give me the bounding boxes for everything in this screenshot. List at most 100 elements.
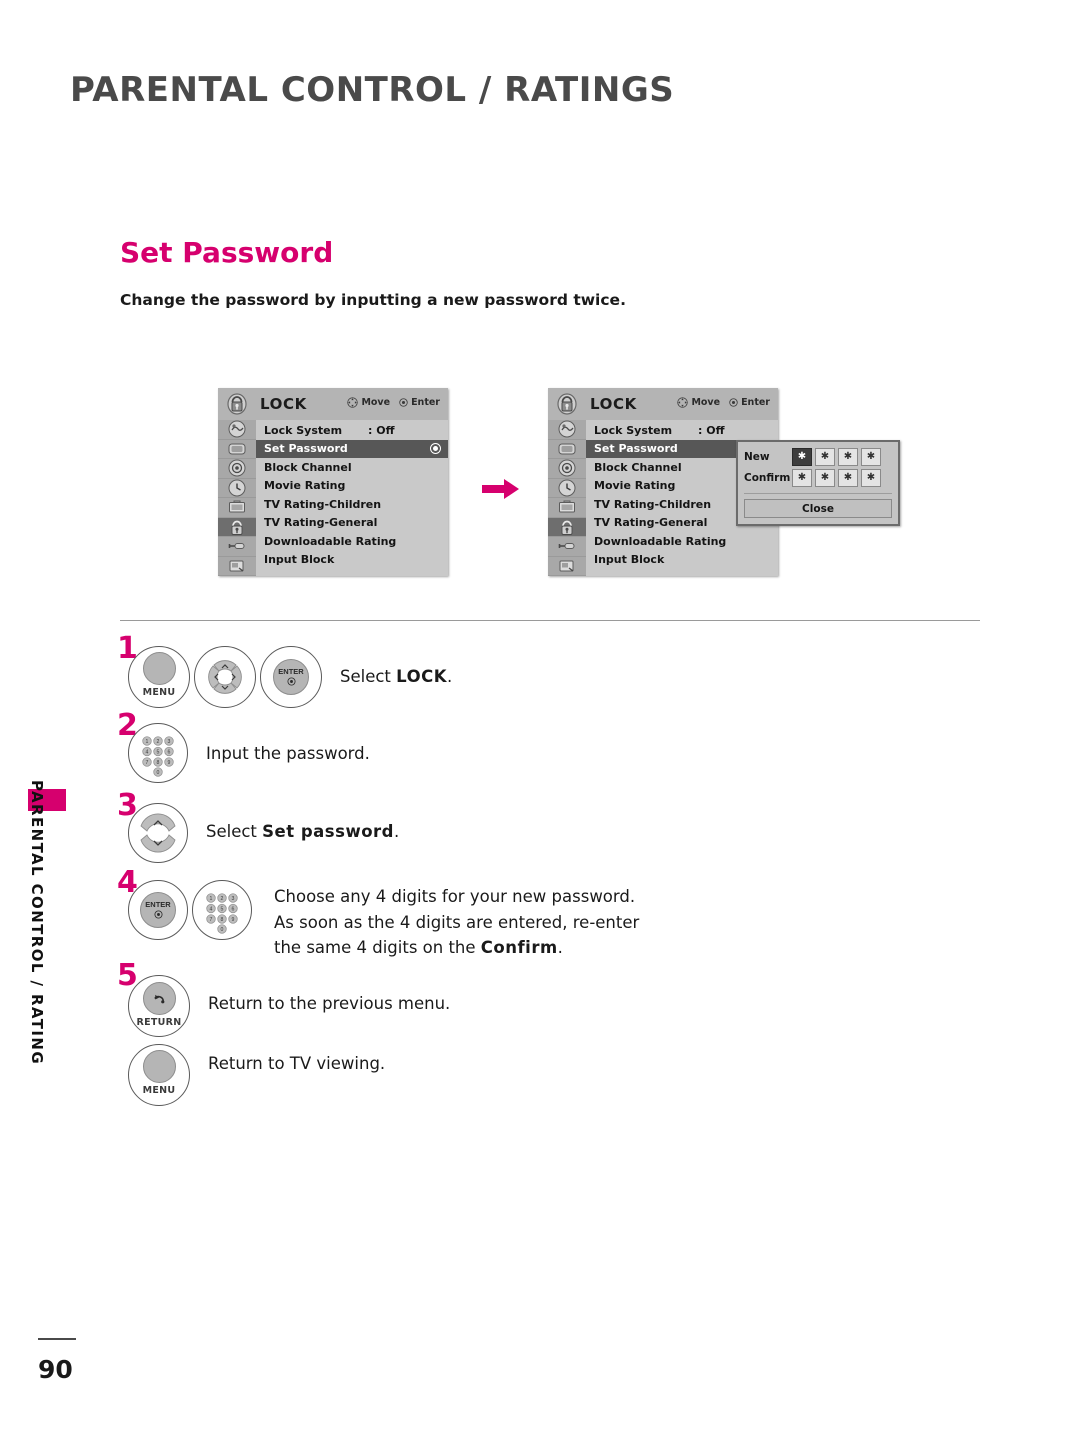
enter-button[interactable]: ENTER: [128, 880, 188, 940]
osd-row-label: TV Rating-Children: [594, 497, 712, 511]
osd-row-tv-rating-general[interactable]: TV Rating-General: [256, 514, 448, 533]
osd-hints: Move Enter: [677, 397, 770, 408]
osd-row-radio-indicator: [431, 444, 440, 454]
step-3: 3 Select Set password.: [117, 791, 400, 863]
numeric-keypad-icon: 1 2 3 4 5 6 7 8 9 0: [142, 736, 174, 777]
password-digit-box[interactable]: ✱: [838, 448, 858, 466]
osd-icon-usb[interactable]: [548, 557, 586, 576]
osd-icon-time-clock[interactable]: [218, 479, 256, 498]
password-confirm-row: Confirm ✱ ✱ ✱ ✱: [744, 469, 892, 487]
svg-text:7: 7: [210, 917, 213, 923]
svg-text:1: 1: [210, 896, 213, 902]
osd-icon-audio-tv[interactable]: [218, 440, 256, 459]
numeric-keypad-icon: 1 2 3 4 5 6 7 8 9 0: [206, 893, 238, 934]
enter-button[interactable]: ENTER: [260, 646, 322, 708]
osd-icon-picture[interactable]: [218, 420, 256, 440]
password-close-area: Close: [744, 493, 892, 518]
osd-icon-lock[interactable]: [548, 517, 586, 537]
osd-row-label: TV Rating-Children: [264, 497, 382, 511]
password-digit-box[interactable]: ✱: [861, 469, 881, 487]
osd-row-downloadable-rating[interactable]: Downloadable Rating: [256, 532, 448, 551]
osd-icon-setup[interactable]: [548, 459, 586, 479]
osd-row-value: : Off: [368, 423, 395, 437]
enter-button-label: ENTER: [278, 667, 304, 677]
osd-row-label: Input Block: [594, 553, 665, 567]
osd-menu-title: LOCK: [260, 395, 307, 413]
osd-row-block-channel[interactable]: Block Channel: [256, 458, 448, 477]
osd-row-tv-rating-children[interactable]: TV Rating-Children: [256, 495, 448, 514]
password-digit-box[interactable]: ✱: [838, 469, 858, 487]
hint-enter: Enter: [399, 397, 440, 408]
osd-icon-lock[interactable]: [218, 517, 256, 537]
svg-text:9: 9: [232, 917, 235, 923]
osd-icon-usb[interactable]: [218, 557, 256, 576]
hint-enter-label: Enter: [411, 397, 440, 408]
osd-icon-input[interactable]: [548, 537, 586, 557]
menu-button[interactable]: MENU: [128, 1044, 190, 1106]
usb-icon: [559, 560, 574, 572]
osd-row-input-block[interactable]: Input Block: [586, 551, 778, 570]
hint-move-label: Move: [361, 397, 391, 408]
osd-row-set-password[interactable]: Set Password: [256, 439, 448, 458]
menu-button-circle: [142, 1050, 176, 1083]
hint-move-label: Move: [691, 397, 721, 408]
osd-row-label: Block Channel: [594, 460, 682, 474]
osd-row-input-block[interactable]: Input Block: [256, 551, 448, 570]
osd-row-downloadable-rating[interactable]: Downloadable Rating: [586, 532, 778, 551]
close-button[interactable]: Close: [744, 499, 892, 518]
dpad-button[interactable]: [194, 646, 256, 708]
step-3-text: Select Set password.: [206, 822, 400, 841]
menu-button[interactable]: MENU: [128, 646, 190, 708]
password-digit-box[interactable]: ✱: [861, 448, 881, 466]
step-2-text: Input the password.: [206, 744, 370, 763]
osd-icon-time-clock[interactable]: [548, 479, 586, 498]
keypad-button[interactable]: 1 2 3 4 5 6 7 8 9 0: [192, 880, 252, 940]
section-title: Set Password: [120, 236, 334, 269]
enter-dot-icon: [286, 677, 296, 686]
osd-row-label: Movie Rating: [264, 479, 346, 493]
password-confirm-boxes[interactable]: ✱ ✱ ✱ ✱: [792, 469, 881, 487]
password-new-label: New: [744, 451, 770, 463]
osd-icon-input[interactable]: [218, 537, 256, 557]
up-down-button[interactable]: [128, 803, 188, 863]
dpad-icon: [677, 397, 689, 408]
password-new-boxes[interactable]: ✱ ✱ ✱ ✱: [792, 448, 881, 466]
step-5-text: Return to the previous menu. Return to TV…: [208, 994, 451, 1073]
osd-icon-picture[interactable]: [548, 420, 586, 440]
osd-header: LOCK Move Enter: [548, 388, 778, 420]
osd-row-lock-system[interactable]: Lock System: Off: [256, 421, 448, 440]
osd-icon-option[interactable]: [218, 498, 256, 518]
svg-text:9: 9: [168, 760, 171, 766]
up-down-arrows-icon: [140, 813, 176, 853]
svg-text:2: 2: [157, 739, 160, 745]
enter-button-circle: ENTER: [140, 892, 176, 928]
menu-button-circle: [142, 652, 176, 685]
password-digit-box[interactable]: ✱: [815, 469, 835, 487]
osd-row-lock-system[interactable]: Lock System: Off: [586, 421, 778, 440]
svg-text:6: 6: [168, 750, 171, 756]
svg-text:1: 1: [146, 739, 149, 745]
svg-text:4: 4: [210, 907, 213, 913]
return-button[interactable]: RETURN: [128, 975, 190, 1037]
osd-icon-option[interactable]: [548, 498, 586, 518]
footer-divider: [38, 1338, 76, 1340]
password-digit-box[interactable]: ✱: [815, 448, 835, 466]
osd-menu-title: LOCK: [590, 395, 637, 413]
keypad-button[interactable]: 1 2 3 4 5 6 7 8 9 0: [128, 723, 188, 783]
svg-text:5: 5: [157, 750, 160, 756]
return-arrow-icon: [153, 994, 164, 1003]
osd-hints: Move Enter: [347, 397, 440, 408]
osd-row-label: Downloadable Rating: [594, 534, 727, 548]
usb-icon: [229, 560, 244, 572]
step-1-text: Select LOCK.: [340, 667, 453, 686]
osd-row-label: Set Password: [264, 442, 348, 456]
svg-text:5: 5: [221, 907, 224, 913]
osd-icon-setup[interactable]: [218, 459, 256, 479]
password-digit-box[interactable]: ✱: [792, 469, 812, 487]
password-digit-box[interactable]: ✱: [792, 448, 812, 466]
svg-text:6: 6: [232, 907, 235, 913]
osd-icon-audio-tv[interactable]: [548, 440, 586, 459]
svg-text:3: 3: [232, 896, 235, 902]
osd-row-movie-rating[interactable]: Movie Rating: [256, 477, 448, 496]
svg-text:7: 7: [146, 760, 149, 766]
